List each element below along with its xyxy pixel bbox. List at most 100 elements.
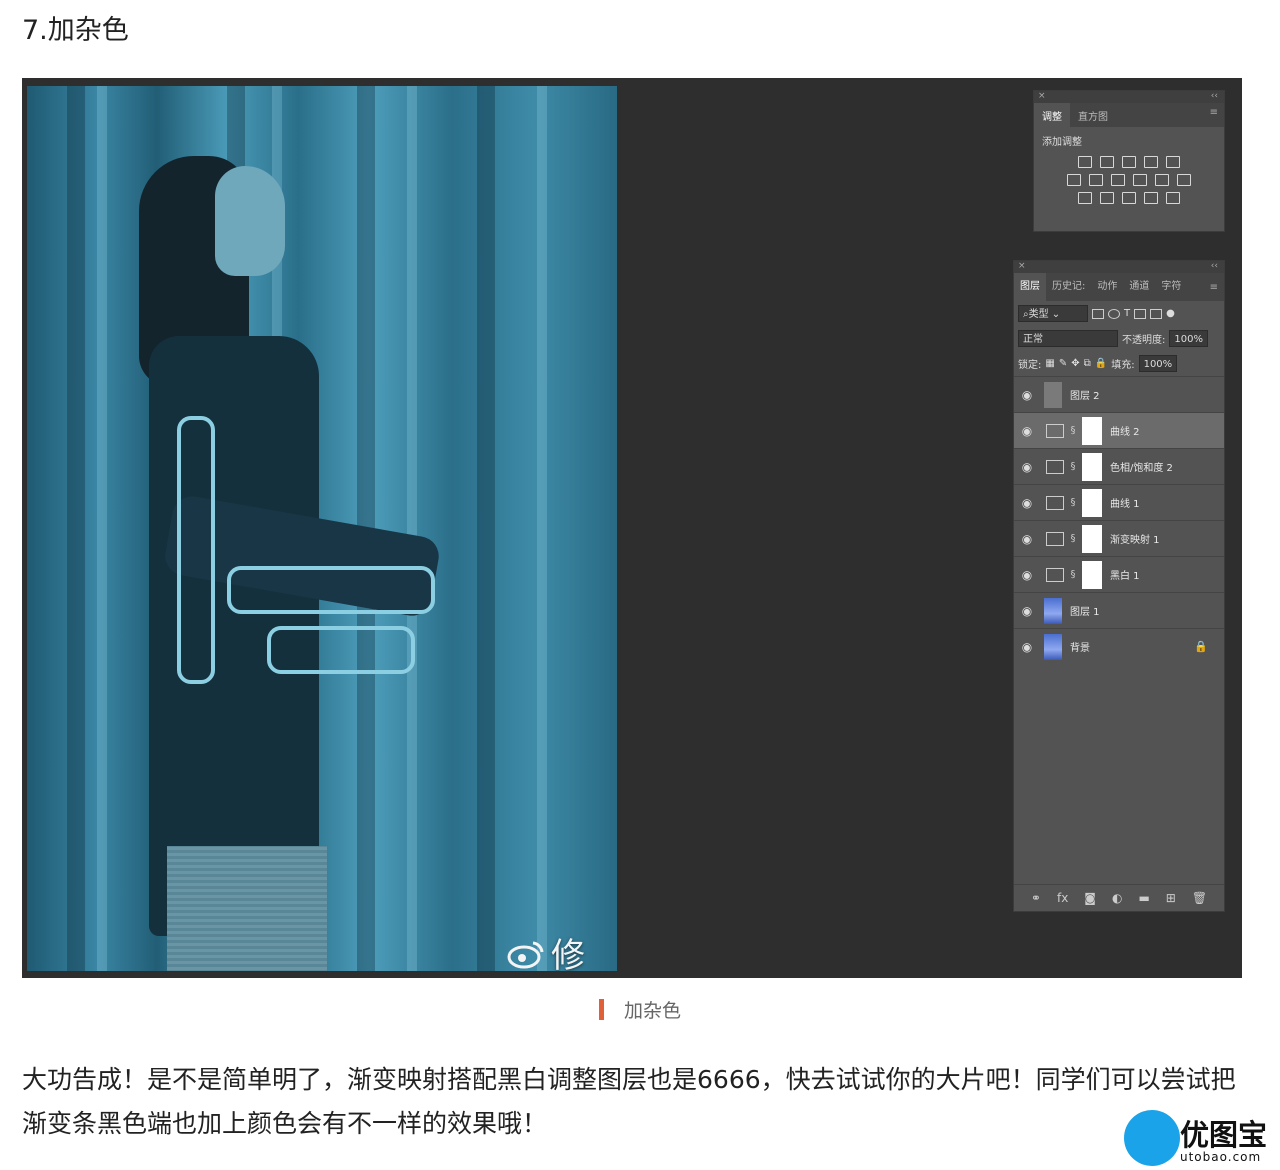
lock-all-icon[interactable]: 🔒 [1095,358,1107,369]
adjustment-layer-icon [1046,495,1064,510]
layer-row[interactable]: ◉ § 曲线 2 [1014,412,1224,448]
filter-type-icon[interactable]: T [1124,308,1130,319]
layer-thumbnail [1044,381,1062,408]
adjustments-panel: × ‹‹ 调整 直方图 ≡ 添加调整 [1033,90,1225,232]
caption-text: 加杂色 [623,1000,681,1022]
curves-icon[interactable] [1122,156,1136,168]
visibility-eye-icon[interactable]: ◉ [1014,568,1040,582]
vibrance-icon[interactable] [1166,156,1180,168]
visibility-eye-icon[interactable]: ◉ [1014,424,1040,438]
lock-artboard-icon[interactable]: ⧉ [1084,358,1091,369]
photo-filter-icon[interactable] [1133,174,1147,186]
new-adjustment-icon[interactable]: ◐ [1112,891,1122,905]
lock-transparent-icon[interactable]: ▦ [1045,358,1054,369]
tab-history[interactable]: 历史记: [1046,273,1091,301]
tab-actions[interactable]: 动作 [1091,273,1123,301]
filter-toggle-icon[interactable]: ● [1166,308,1175,319]
visibility-eye-icon[interactable]: ◉ [1014,460,1040,474]
hue-saturation-icon[interactable] [1067,174,1081,186]
tab-character[interactable]: 字符 [1155,273,1187,301]
levels-icon[interactable] [1100,156,1114,168]
invert-icon[interactable] [1078,192,1092,204]
collapse-icon[interactable]: ‹‹ [1211,91,1218,101]
lock-position-icon[interactable]: ✥ [1071,358,1079,369]
opacity-input[interactable]: 100% [1169,330,1208,347]
layer-row[interactable]: ◉ 背景 🔒 [1014,628,1224,664]
exposure-icon[interactable] [1144,156,1158,168]
weibo-icon [507,941,544,969]
tab-histogram[interactable]: 直方图 [1070,103,1116,127]
layer-row[interactable]: ◉ § 色相/饱和度 2 [1014,448,1224,484]
site-logo[interactable]: 优图宝 utobao.com [1124,1110,1276,1168]
channel-mixer-icon[interactable] [1155,174,1169,186]
color-balance-icon[interactable] [1089,174,1103,186]
layer-name: 图层 1 [1070,607,1100,618]
layer-mask-thumbnail[interactable] [1082,452,1102,481]
layer-name: 黑白 1 [1110,571,1140,582]
close-icon[interactable]: × [1018,261,1026,271]
gradient-map-icon[interactable] [1166,192,1180,204]
close-icon[interactable]: × [1038,91,1046,101]
link-layers-icon[interactable]: ⚭ [1031,891,1041,905]
color-lookup-icon[interactable] [1177,174,1191,186]
threshold-icon[interactable] [1122,192,1136,204]
layer-row[interactable]: ◉ 图层 2 [1014,376,1224,412]
caption-marker [598,999,604,1020]
fill-label: 填充: [1111,360,1135,371]
bird-logo-icon [1124,1110,1180,1166]
model-trousers [167,846,327,971]
fill-input[interactable]: 100% [1138,355,1178,372]
tab-channels[interactable]: 通道 [1123,273,1155,301]
filter-shape-icon[interactable] [1134,308,1147,319]
blend-mode-select[interactable]: 正常 [1018,330,1118,347]
brightness-contrast-icon[interactable] [1078,156,1092,168]
posterize-icon[interactable] [1100,192,1114,204]
layer-mask-thumbnail[interactable] [1082,488,1102,517]
add-adjustment-label: 添加调整 [1042,137,1082,148]
new-group-icon[interactable]: ▬ [1138,891,1149,905]
layers-toolbar: ⚭ fx ◙ ◐ ▬ ⊞ 🗑 [1014,884,1224,911]
layer-row[interactable]: ◉ § 曲线 1 [1014,484,1224,520]
layer-name: 渐变映射 1 [1110,535,1160,546]
add-mask-icon[interactable]: ◙ [1084,891,1096,905]
visibility-eye-icon[interactable]: ◉ [1014,532,1040,546]
mask-link-icon[interactable]: § [1068,497,1078,508]
adjustment-layer-icon [1046,567,1064,582]
layer-mask-thumbnail[interactable] [1082,416,1102,445]
layer-name: 曲线 1 [1110,499,1140,510]
visibility-eye-icon[interactable]: ◉ [1014,496,1040,510]
layer-mask-thumbnail[interactable] [1082,524,1102,553]
mask-link-icon[interactable]: § [1068,461,1078,472]
photoshop-screenshot: 修图师-欧仕逍 × ‹‹ 调整 直方图 ≡ 添加调整 × ‹‹ 图层 历史记: 动作… [22,78,1242,978]
visibility-eye-icon[interactable]: ◉ [1014,388,1040,402]
delete-layer-icon[interactable]: 🗑 [1192,891,1207,905]
selective-color-icon[interactable] [1144,192,1158,204]
mask-link-icon[interactable]: § [1068,569,1078,580]
visibility-eye-icon[interactable]: ◉ [1014,604,1040,618]
visibility-eye-icon[interactable]: ◉ [1014,640,1040,654]
site-name: 优图宝 [1180,1118,1268,1152]
opacity-label: 不透明度: [1122,335,1166,346]
collapse-icon[interactable]: ‹‹ [1211,261,1218,271]
weibo-watermark: 修图师-欧仕逍 [507,928,617,971]
layer-row[interactable]: ◉ § 黑白 1 [1014,556,1224,592]
lock-label: 锁定: [1018,360,1042,371]
step-heading: 7.加杂色 [22,15,129,46]
panel-menu-icon[interactable]: ≡ [1204,103,1224,127]
new-layer-icon[interactable]: ⊞ [1166,891,1176,905]
layer-row[interactable]: ◉ § 渐变映射 1 [1014,520,1224,556]
black-white-icon[interactable] [1111,174,1125,186]
lock-image-icon[interactable]: ✎ [1059,358,1067,369]
mask-link-icon[interactable]: § [1068,425,1078,436]
panel-menu-icon[interactable]: ≡ [1204,278,1224,297]
filter-adjustment-icon[interactable] [1108,308,1120,319]
tab-layers[interactable]: 图层 [1014,273,1046,301]
mask-link-icon[interactable]: § [1068,533,1078,544]
filter-smart-object-icon[interactable] [1150,308,1163,319]
fx-icon[interactable]: fx [1057,891,1068,905]
layer-row[interactable]: ◉ 图层 1 [1014,592,1224,628]
tab-adjustments[interactable]: 调整 [1034,103,1070,127]
filter-pixel-icon[interactable] [1092,308,1104,319]
layer-filter-select[interactable]: ⌕类型 ⌄ [1018,305,1088,322]
layer-mask-thumbnail[interactable] [1082,560,1102,589]
